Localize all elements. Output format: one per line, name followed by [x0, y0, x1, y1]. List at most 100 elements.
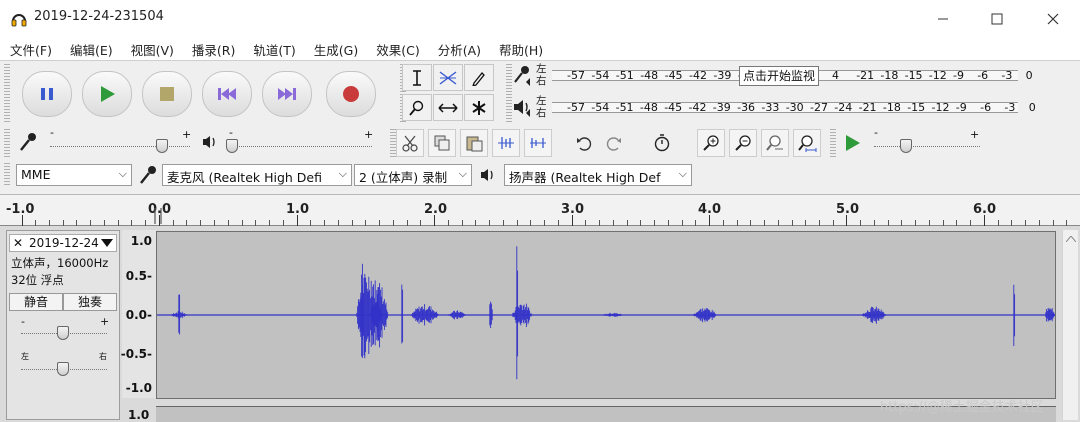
meter-scale-label: -42	[689, 69, 707, 82]
close-button[interactable]	[1030, 6, 1076, 32]
meter-scale-label: -45	[664, 101, 683, 114]
envelope-tool-button[interactable]	[433, 64, 463, 91]
audio-host-select[interactable]: MME ⌵	[16, 164, 132, 186]
skip-to-start-button[interactable]	[202, 71, 252, 117]
track-format: 32位 浮点	[11, 273, 64, 287]
zoom-tool-button[interactable]	[402, 94, 432, 121]
record-volume-icon	[20, 133, 36, 151]
menu-file[interactable]: 文件(F)	[0, 36, 60, 60]
envelope-icon	[439, 70, 457, 85]
waveform	[157, 246, 1056, 380]
track-name-menu[interactable]: ✕ 2019-12-24	[9, 234, 117, 252]
input-channels-value: 2 (立体声) 录制	[359, 170, 448, 185]
speaker-icon	[514, 100, 530, 117]
meter-scale-label: -54	[591, 69, 610, 82]
menu-transport[interactable]: 播录(R)	[182, 36, 243, 60]
time-shift-tool-button[interactable]	[433, 94, 463, 121]
record-volume-slider[interactable]	[156, 139, 168, 153]
record-volume-min: -	[50, 126, 54, 139]
ruler-label: 2.0	[424, 202, 448, 217]
speed-slider[interactable]	[900, 139, 912, 153]
meter-scale-label: 0	[1028, 101, 1036, 114]
stop-icon	[160, 87, 174, 101]
meter-scale-label: -12	[931, 101, 950, 114]
track-control-panel: ✕ 2019-12-24 立体声，16000Hz 32位 浮点 静音 独奏 - …	[6, 230, 120, 420]
chevron-down-icon: ⌵	[118, 167, 127, 180]
menu-bar: 文件(F) 编辑(E) 视图(V) 播录(R) 轨道(T) 生成(G) 效果(C…	[0, 36, 1080, 60]
playback-volume-slider[interactable]	[226, 139, 238, 153]
trim-audio-button[interactable]	[492, 129, 520, 157]
transport-toolbar-grip[interactable]	[4, 64, 10, 124]
menu-view[interactable]: 视图(V)	[121, 36, 182, 60]
copy-icon	[434, 135, 450, 151]
asterisk-icon	[472, 100, 486, 115]
meter-scale-label: -3	[1001, 69, 1013, 82]
mixer-toolbar-grip[interactable]	[4, 129, 10, 157]
vertical-scrollbar[interactable]	[1062, 230, 1078, 420]
skip-to-end-icon	[278, 88, 296, 100]
waveform-display[interactable]	[156, 231, 1056, 399]
cut-button[interactable]	[396, 129, 424, 157]
record-icon	[343, 86, 359, 102]
paste-button[interactable]	[460, 129, 488, 157]
record-button[interactable]	[326, 71, 376, 117]
redo-button[interactable]	[600, 129, 628, 157]
playback-meter[interactable]: 左 右 -57 -54 -51 -48 -45 -42 -39 -36 -33 -30 -27 -24…	[512, 95, 1036, 120]
minimize-icon	[938, 18, 948, 20]
speed-track	[874, 146, 980, 147]
menu-edit[interactable]: 编辑(E)	[60, 36, 121, 60]
silence-audio-button[interactable]	[524, 129, 552, 157]
meter-scale-label: -18	[880, 69, 899, 82]
start-monitoring-label[interactable]: 点击开始监视	[739, 66, 820, 86]
minimize-button[interactable]	[920, 6, 966, 32]
menu-tracks[interactable]: 轨道(T)	[243, 36, 303, 60]
multi-tool-button[interactable]	[464, 94, 494, 121]
paste-icon	[466, 136, 483, 152]
output-device-select[interactable]: 扬声器 (Realtek High Def ⌵	[504, 164, 692, 186]
input-channels-select[interactable]: 2 (立体声) 录制 ⌵	[354, 164, 472, 186]
track-close-button[interactable]: ✕	[13, 236, 23, 250]
menu-generate[interactable]: 生成(G)	[304, 36, 366, 60]
menu-help[interactable]: 帮助(H)	[489, 36, 551, 60]
timeline-ruler[interactable]: -1.0 0.0 1.0 2.0 3.0 4.0 5.0 6.0	[0, 194, 1080, 226]
double-arrow-icon	[438, 102, 458, 113]
fit-project-button[interactable]	[793, 129, 821, 157]
play-at-speed-button[interactable]	[838, 129, 866, 157]
copy-button[interactable]	[428, 129, 456, 157]
meter-scale-label: -9	[955, 101, 967, 114]
play-at-speed-grip[interactable]	[830, 129, 836, 157]
pan-slider[interactable]	[57, 362, 69, 376]
maximize-button[interactable]	[974, 6, 1020, 32]
stop-button[interactable]	[142, 71, 192, 117]
device-toolbar-grip[interactable]	[4, 163, 10, 187]
solo-button[interactable]: 独奏	[63, 293, 117, 311]
undo-button[interactable]	[570, 129, 598, 157]
selection-tool-button[interactable]	[402, 64, 432, 91]
playhead-marker-icon[interactable]	[153, 207, 165, 225]
mute-button[interactable]: 静音	[9, 293, 63, 311]
sync-lock-button[interactable]	[648, 129, 676, 157]
gain-min-label: -	[21, 315, 25, 328]
fit-project-icon	[798, 135, 817, 152]
play-icon	[101, 86, 115, 102]
input-device-select[interactable]: 麦克风 (Realtek High Defi ⌵	[162, 164, 352, 186]
meter-scale-label: -15	[907, 101, 926, 114]
zoom-out-button[interactable]	[729, 129, 757, 157]
skip-to-end-button[interactable]	[262, 71, 312, 117]
playback-volume-max: +	[364, 128, 374, 141]
gain-slider[interactable]	[57, 326, 69, 340]
fit-selection-button[interactable]	[761, 129, 789, 157]
menu-effect[interactable]: 效果(C)	[366, 36, 427, 60]
meter-scale-label: -18	[882, 101, 901, 114]
menu-analyze[interactable]: 分析(A)	[428, 36, 489, 60]
draw-tool-button[interactable]	[464, 64, 494, 91]
zoom-in-button[interactable]	[697, 129, 725, 157]
meter-scale-label: -48	[640, 69, 659, 82]
vertical-ruler[interactable]: 1.0 0.5- 0.0- -0.5- -1.0	[121, 230, 156, 398]
audio-host-value: MME	[21, 167, 51, 182]
scale-label: 1.0	[130, 234, 152, 248]
dropdown-arrow-icon	[101, 239, 113, 247]
ruler-label: 6.0	[973, 202, 997, 217]
pause-button[interactable]	[22, 71, 72, 117]
play-button[interactable]	[82, 71, 132, 117]
